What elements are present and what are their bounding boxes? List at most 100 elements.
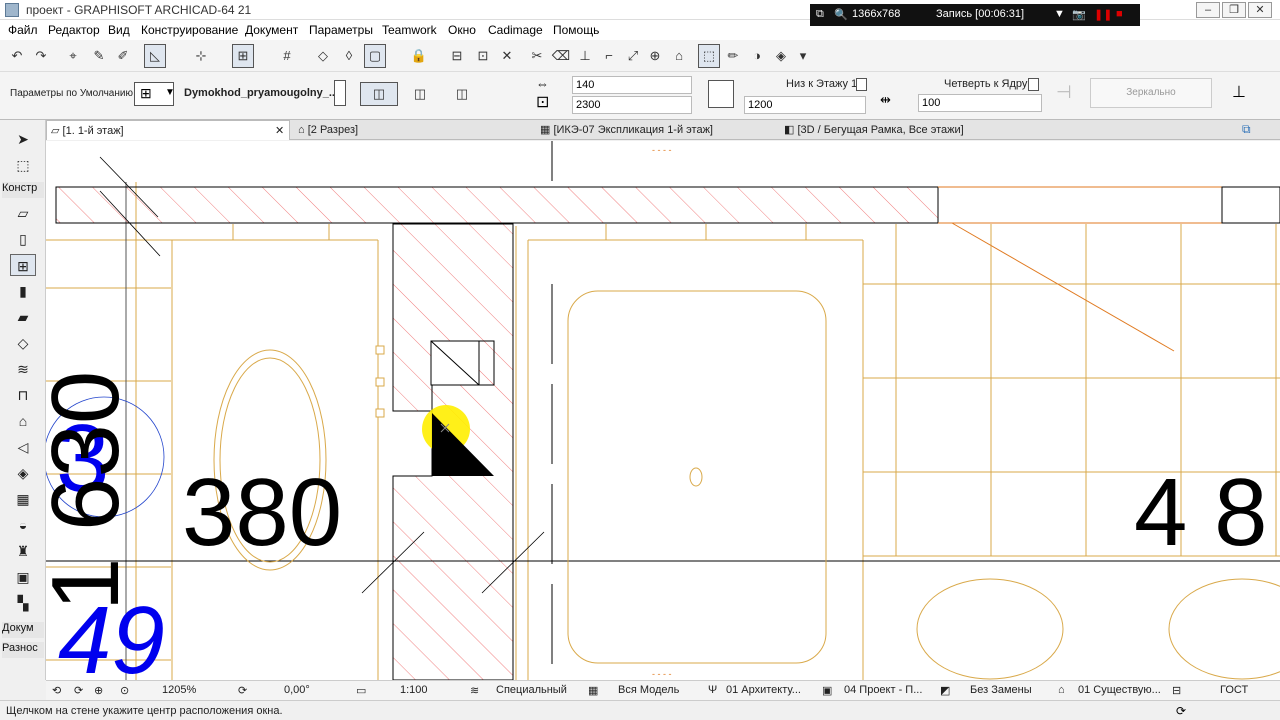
chevron-down-icon[interactable]: ▼ xyxy=(165,87,175,98)
mesh-tool-icon[interactable]: ▚ xyxy=(10,592,36,614)
override-value[interactable]: Без Замены xyxy=(970,684,1032,696)
chevron-right-icon[interactable] xyxy=(334,80,346,106)
tab-overflow-icon[interactable]: ⧉ xyxy=(1242,122,1251,137)
roof-tool-icon[interactable]: ⌂ xyxy=(10,410,36,432)
menu-view[interactable]: Вид xyxy=(108,23,130,37)
suspend-groups-icon[interactable]: ⊞ xyxy=(232,44,254,68)
arrow-tool-icon[interactable]: ➤ xyxy=(10,128,36,150)
snap-point-icon[interactable]: ⊥ xyxy=(1232,82,1246,102)
floor-plan-canvas[interactable]: 380 4 8 3 49 1 630 - - - - - - - - xyxy=(46,141,1280,680)
railing-tool-icon[interactable]: ⊓ xyxy=(10,384,36,406)
menu-file[interactable]: Файл xyxy=(8,23,38,37)
syringe-icon[interactable]: ✐ xyxy=(112,44,134,68)
shell-tool-icon[interactable]: ◁ xyxy=(10,436,36,458)
floor-plan-drawing[interactable]: 380 4 8 3 49 1 630 - - - - - - - - xyxy=(46,141,1280,680)
adjust-icon[interactable]: ⌫ xyxy=(550,44,572,68)
misc-section-label[interactable]: Разнос xyxy=(2,642,44,658)
morph-tool-icon[interactable]: ◒ xyxy=(10,514,36,536)
lock-icon[interactable]: 🔒 xyxy=(408,44,430,68)
recorder-zoom-icon[interactable]: 🔍 xyxy=(834,8,848,21)
fillet-icon[interactable]: ⌐ xyxy=(598,44,620,68)
renovation-filter-icon[interactable]: ▢ xyxy=(364,44,386,68)
anchor-story-label[interactable]: Низ к Этажу 1 xyxy=(786,78,857,90)
object-name[interactable]: Dymokhod_pryamougolny_... xyxy=(184,87,338,99)
layer-combo-value[interactable]: Специальный xyxy=(496,684,567,696)
find-select-icon[interactable]: ⌖ xyxy=(62,44,84,68)
menu-help[interactable]: Помощь xyxy=(553,23,599,37)
background-process-icon[interactable]: ⟳ xyxy=(1176,704,1186,718)
gravity-icon[interactable]: ◺ xyxy=(144,44,166,68)
zoom-forward-icon[interactable]: ⟳ xyxy=(74,684,83,697)
menu-edit[interactable]: Редактор xyxy=(48,23,100,37)
split-icon[interactable]: ✂ xyxy=(526,44,548,68)
layer-icon[interactable]: ◇ xyxy=(312,44,334,68)
close-tab-icon[interactable]: ✕ xyxy=(275,121,284,141)
magic-wand-icon[interactable]: ⊕ xyxy=(644,44,666,68)
intersect-icon[interactable]: ⊥ xyxy=(574,44,596,68)
minimize-button[interactable]: – xyxy=(1196,2,1220,18)
stair-tool-icon[interactable]: ≋ xyxy=(10,358,36,380)
pen-set-value[interactable]: 01 Архитекту... xyxy=(726,684,801,696)
recorder-window-icon[interactable]: ⧉ xyxy=(816,8,824,21)
undo-icon[interactable]: ↶ xyxy=(6,44,28,68)
ungroup-icon[interactable]: ⊡ xyxy=(472,44,494,68)
marquee-tool-icon[interactable]: ⬚ xyxy=(10,154,36,176)
reveal-label[interactable]: Четверть к Ядру xyxy=(944,78,1027,90)
zone-tool-icon[interactable]: ▣ xyxy=(10,566,36,588)
grid-snap-icon[interactable]: # xyxy=(276,44,298,68)
anchor-side-button[interactable]: ◫ xyxy=(402,82,438,106)
slab-tool-icon[interactable]: ◇ xyxy=(10,332,36,354)
object-tool-icon[interactable]: ♜ xyxy=(10,540,36,562)
house-icon[interactable]: ⌂ xyxy=(668,44,690,68)
tab-section[interactable]: ⌂ [2 Разрез] xyxy=(294,120,534,140)
eyedropper-icon[interactable]: ✎ xyxy=(88,44,110,68)
door-tool-icon[interactable]: ▯ xyxy=(10,228,36,250)
anchor-dropdown-icon[interactable] xyxy=(856,78,867,91)
tab-3d[interactable]: ◧ [3D / Бегущая Рамка, Все этажи] xyxy=(780,120,1030,140)
pencil-edit-icon[interactable]: ✏ xyxy=(722,44,744,68)
mvo-value[interactable]: 04 Проект - П... xyxy=(844,684,922,696)
menu-options[interactable]: Параметры xyxy=(309,23,373,37)
explode-icon[interactable]: ✕ xyxy=(496,44,518,68)
anchor-center-button[interactable]: ◫ xyxy=(360,82,398,106)
zoom-value[interactable]: 1205% xyxy=(162,684,196,696)
sill-height-field[interactable] xyxy=(744,96,866,114)
width-field[interactable] xyxy=(572,76,692,94)
zoom-in-icon[interactable]: ⊕ xyxy=(94,684,103,697)
wall-tool-icon[interactable]: ▱ xyxy=(10,202,36,224)
recorder-camera-icon[interactable]: 📷 xyxy=(1072,8,1086,21)
menu-design[interactable]: Конструирование xyxy=(141,23,238,37)
surface-paint-icon[interactable]: ◑ xyxy=(746,44,768,68)
design-section-label[interactable]: Констр xyxy=(2,182,44,198)
trace-icon[interactable]: ◊ xyxy=(338,44,360,68)
rotate-icon[interactable]: ⟳ xyxy=(238,684,247,697)
maximize-button[interactable]: ❐ xyxy=(1222,2,1246,18)
mirror-button[interactable]: Зеркально xyxy=(1090,78,1212,108)
reveal-dropdown-icon[interactable] xyxy=(1028,78,1039,91)
group-icon[interactable]: ⊟ xyxy=(446,44,468,68)
angle-value[interactable]: 0,00° xyxy=(284,684,310,696)
renovation-value[interactable]: 01 Существую... xyxy=(1078,684,1161,696)
height-field[interactable] xyxy=(572,96,692,114)
recorder-stop-icon[interactable]: ■ xyxy=(1116,8,1123,20)
tab-floor-plan[interactable]: ▱ [1. 1-й этаж] ✕ xyxy=(46,120,290,140)
recorder-pause-icon[interactable]: ❚❚ xyxy=(1094,8,1112,21)
document-section-label[interactable]: Докум xyxy=(2,622,44,638)
zoom-fit-icon[interactable]: ⊙ xyxy=(120,684,129,697)
redo-icon[interactable]: ↷ xyxy=(30,44,52,68)
dimension-standard-value[interactable]: ГОСТ xyxy=(1220,684,1248,696)
menu-cadimage[interactable]: Cadimage xyxy=(488,23,543,37)
favorites-dropdown-icon[interactable]: ▾ xyxy=(792,44,814,68)
favorites-icon[interactable]: ◈ xyxy=(770,44,792,68)
column-tool-icon[interactable]: ▮ xyxy=(10,280,36,302)
menu-window[interactable]: Окно xyxy=(448,23,476,37)
close-button[interactable]: ✕ xyxy=(1248,2,1272,18)
window-tool-icon[interactable]: ⊞ xyxy=(10,254,36,276)
zoom-back-icon[interactable]: ⟲ xyxy=(52,684,61,697)
anchor-corner-button[interactable]: ◫ xyxy=(444,82,480,106)
snap-guides-icon[interactable]: ⊹ xyxy=(190,44,212,68)
offset-icon[interactable]: ⤢ xyxy=(622,44,644,68)
reveal-depth-field[interactable] xyxy=(918,94,1042,112)
marquee-mode-icon[interactable]: ⬚ xyxy=(698,44,720,68)
menu-document[interactable]: Документ xyxy=(245,23,298,37)
